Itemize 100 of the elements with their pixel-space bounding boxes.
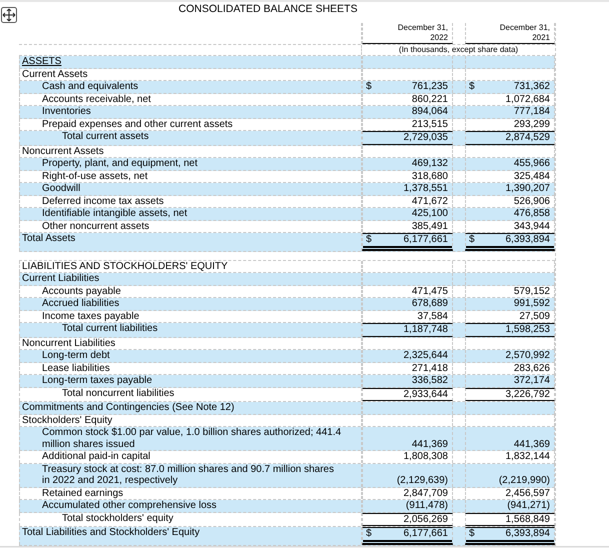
amount-cell: 731,362 xyxy=(514,81,550,92)
amount-cell: 469,132 xyxy=(412,158,448,170)
row-label: Right-of-use assets, net xyxy=(42,170,148,182)
amount-cell: 860,221 xyxy=(412,94,448,105)
amount-cell: 37,584 xyxy=(417,310,448,322)
row-label: Common stock $1.00 par value, 1.0 billion shares authorized; 441.4 million shares issued xyxy=(42,427,342,450)
amount-cell: 2,933,644 xyxy=(404,388,448,400)
row-label: Accrued liabilities xyxy=(42,298,120,309)
group-heading: Current Assets xyxy=(22,68,88,80)
group-heading: Current Liabilities xyxy=(22,273,100,284)
amount-cell: 1,568,849 xyxy=(506,514,550,525)
amount-cell: 6,177,661 xyxy=(404,234,448,246)
amount-cell: 325,484 xyxy=(514,170,550,182)
amount-cell: 579,152 xyxy=(514,286,550,297)
amount-cell: 678,689 xyxy=(412,298,448,310)
row-label: Total Liabilities and Stockholders' Equity xyxy=(22,527,200,538)
amount-cell: 441,369 xyxy=(412,438,448,450)
amount-cell: 476,858 xyxy=(514,208,550,220)
currency-symbol: $ xyxy=(469,234,475,246)
row-label: Deferred income tax assets xyxy=(42,196,164,206)
amount-cell: 425,100 xyxy=(412,208,448,220)
amount-cell: (2,219,990) xyxy=(498,475,550,486)
amount-cell: 455,966 xyxy=(514,158,550,170)
row-label: Retained earnings xyxy=(42,488,124,498)
row-label: Total current assets xyxy=(62,131,149,142)
amount-cell: 471,672 xyxy=(412,196,448,207)
row-label: Identifiable intangible assets, net xyxy=(42,208,188,219)
amount-cell: 6,393,894 xyxy=(506,234,550,246)
amount-cell: 293,299 xyxy=(514,118,550,130)
amount-cell: 2,570,992 xyxy=(506,350,550,362)
amount-cell: 3,226,792 xyxy=(506,388,550,400)
row-label: Other noncurrent assets xyxy=(42,220,150,232)
group-heading: Noncurrent Assets xyxy=(22,146,104,156)
currency-symbol: $ xyxy=(469,528,475,540)
row-label: Prepaid expenses and other current assets xyxy=(42,118,233,130)
amount-cell: 1,187,748 xyxy=(404,324,448,336)
amount-cell: 283,626 xyxy=(514,362,550,374)
amount-cell: (941,271) xyxy=(507,500,550,512)
row-label: Accounts receivable, net xyxy=(42,94,151,104)
amount-cell: 894,064 xyxy=(412,106,448,118)
amount-cell: 2,456,597 xyxy=(506,488,550,499)
row-label: Accounts payable xyxy=(42,286,121,296)
move-handle-icon[interactable] xyxy=(1,7,17,23)
amount-cell: (2,129,639) xyxy=(396,475,448,486)
row-label: Total Assets xyxy=(22,233,76,244)
row-label: Accumulated other comprehensive loss xyxy=(42,500,217,511)
amount-cell: 1,808,308 xyxy=(404,451,448,462)
amount-cell: 2,847,709 xyxy=(404,488,448,499)
amount-cell: 2,325,644 xyxy=(404,350,448,362)
amount-cell: 6,177,661 xyxy=(404,528,448,540)
column-year: 2021 xyxy=(532,33,550,43)
amount-cell: 27,509 xyxy=(519,310,550,322)
amount-cell: 1,072,684 xyxy=(506,94,550,105)
row-label: Inventories xyxy=(42,106,91,117)
row-label: Goodwill xyxy=(42,183,80,194)
amount-cell: 991,592 xyxy=(514,298,550,310)
amount-cell: 343,944 xyxy=(514,220,550,232)
group-heading: Noncurrent Liabilities xyxy=(22,338,116,348)
row-label: Additional paid-in capital xyxy=(42,451,150,462)
group-heading: Stockholders' Equity xyxy=(22,414,112,426)
amount-cell: 1,390,207 xyxy=(506,183,550,194)
currency-symbol: $ xyxy=(469,81,475,92)
amount-cell: 318,680 xyxy=(412,170,448,182)
amount-cell: 1,832,144 xyxy=(506,451,550,462)
currency-symbol: $ xyxy=(366,81,372,92)
amount-cell: 1,378,551 xyxy=(404,183,448,194)
column-header: December 31, xyxy=(398,23,448,33)
row-label: Long-term taxes payable xyxy=(42,375,152,386)
amount-cell: 1,598,253 xyxy=(506,324,550,336)
amount-cell: 2,729,035 xyxy=(404,132,448,144)
row-label: Total noncurrent liabilities xyxy=(62,388,174,398)
row-label: Total current liabilities xyxy=(62,323,158,334)
amount-cell: 271,418 xyxy=(412,362,448,374)
amount-cell: 761,235 xyxy=(412,81,448,92)
amount-cell: 385,491 xyxy=(412,220,448,232)
units-note: (In thousands, except share data) xyxy=(398,45,520,55)
amount-cell: 336,582 xyxy=(412,375,448,386)
amount-cell: 777,184 xyxy=(514,106,550,118)
sheet-title: CONSOLIDATED BALANCE SHEETS xyxy=(178,3,358,15)
amount-cell: (911,478) xyxy=(406,500,448,512)
group-heading: Commitments and Contingencies (See Note 12) xyxy=(22,402,234,413)
amount-cell: 526,906 xyxy=(514,196,550,207)
row-label: Long-term debt xyxy=(42,350,110,361)
section-heading: ASSETS xyxy=(22,56,62,67)
amount-cell: 471,475 xyxy=(412,286,448,297)
section-heading: LIABILITIES AND STOCKHOLDERS' EQUITY xyxy=(22,260,228,272)
currency-symbol: $ xyxy=(366,234,372,246)
row-label: Property, plant, and equipment, net xyxy=(42,158,198,169)
currency-symbol: $ xyxy=(366,528,372,540)
row-label: Total stockholders' equity xyxy=(62,512,174,524)
row-label: Cash and equivalents xyxy=(42,81,138,92)
amount-cell: 441,369 xyxy=(514,438,550,450)
amount-cell: 2,874,529 xyxy=(506,132,550,144)
column-header: December 31, xyxy=(500,23,550,33)
amount-cell: 372,174 xyxy=(514,375,550,386)
row-label: Lease liabilities xyxy=(42,362,110,374)
column-year: 2022 xyxy=(430,33,448,43)
amount-cell: 2,056,269 xyxy=(404,514,448,525)
row-label: Treasury stock at cost: 87.0 million shares and 90.7 million shares in 2022 and 2021, respectively xyxy=(42,464,334,486)
amount-cell: 6,393,894 xyxy=(506,528,550,540)
